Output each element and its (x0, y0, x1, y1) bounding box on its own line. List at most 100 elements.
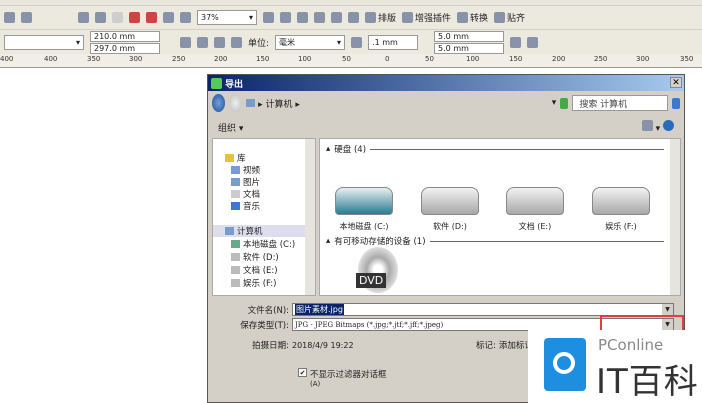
nav-video[interactable]: 视频 (231, 164, 260, 176)
group-removable[interactable]: ▴ 有可移动存储的设备 (1) (326, 235, 664, 247)
snap-button[interactable]: 贴齐 (494, 11, 525, 24)
drive-icon (592, 187, 650, 215)
content-scrollbar[interactable] (670, 139, 680, 295)
plugin-button[interactable]: 增强插件 (402, 11, 451, 24)
page-width-input[interactable]: 210.0 mm (90, 30, 160, 42)
portrait-icon[interactable] (180, 36, 191, 48)
drive-label: 软件 (D:) (433, 222, 467, 231)
drive-icon (421, 187, 479, 215)
nav-drive-d[interactable]: 软件 (D:) (231, 251, 279, 263)
nav-documents[interactable]: 文档 (231, 188, 260, 200)
paste-icon[interactable] (78, 12, 89, 23)
page-options-icon[interactable] (510, 36, 522, 48)
nudge-input[interactable]: .1 mm (368, 34, 419, 50)
nav-pictures[interactable]: 图片 (231, 176, 260, 188)
nav-library[interactable]: 库 (225, 152, 246, 164)
page-width-value: 210.0 mm (94, 31, 136, 41)
zoom-page-icon[interactable] (331, 12, 342, 23)
page-size-select[interactable]: ▾ (4, 34, 84, 50)
group-hard-disks[interactable]: ▴ 硬盘 (4) (326, 143, 664, 155)
breadcrumb[interactable]: ▸ 计算机 ▸ ▾ (246, 95, 556, 111)
drive-d[interactable]: 软件 (D:) (410, 187, 490, 232)
redo-icon[interactable] (112, 12, 123, 23)
address-bar: ▸ 计算机 ▸ ▾ 搜索 计算机 (208, 92, 684, 114)
save-icon[interactable] (4, 12, 15, 23)
duplicate-y-value: 5.0 mm (438, 43, 469, 53)
ruler-tick: 400 (44, 55, 58, 63)
property-bar: ▾ 210.0 mm 297.0 mm 单位: 毫米 ▾ .1 mm 5.0 mm… (0, 30, 702, 54)
forward-button[interactable] (229, 94, 243, 112)
convert-label: 转换 (470, 14, 489, 24)
app-launcher-icon[interactable] (163, 12, 174, 23)
unit-value: 毫米 (279, 37, 296, 47)
view-icon[interactable] (641, 120, 653, 131)
help-icon[interactable] (663, 120, 674, 131)
search-input[interactable]: 搜索 计算机 (572, 95, 668, 111)
plugin-label: 增强插件 (415, 14, 452, 24)
search-icon[interactable] (671, 97, 680, 109)
zoom-all-icon[interactable] (314, 12, 325, 23)
checkbox-label: 不显示过滤器对话框 (310, 370, 387, 380)
checkbox[interactable]: ✔ (298, 368, 307, 377)
align-icon[interactable] (180, 12, 191, 23)
back-button[interactable] (212, 94, 226, 112)
nav-drive-f[interactable]: 娱乐 (F:) (231, 277, 276, 289)
zoom-in-icon[interactable] (263, 12, 274, 23)
duplicate-x-value: 5.0 mm (438, 31, 469, 41)
duplicate-y-input[interactable]: 5.0 mm (434, 42, 505, 54)
convert-icon (457, 12, 469, 23)
drive-c[interactable]: 本地磁盘 (C:) (324, 187, 404, 232)
current-page-icon[interactable] (231, 36, 242, 48)
nav-drive-e[interactable]: 文档 (E:) (231, 264, 278, 276)
zoom-width-icon[interactable] (348, 12, 359, 23)
nav-label: 音乐 (243, 202, 261, 212)
nav-drive-c[interactable]: 本地磁盘 (C:) (231, 238, 295, 250)
chevron-down-icon[interactable]: ▾ (552, 98, 557, 108)
undo-icon[interactable] (95, 12, 106, 23)
zoom-selected-icon[interactable] (297, 12, 308, 23)
nav-music[interactable]: 音乐 (231, 200, 260, 212)
breadcrumb-computer[interactable]: 计算机 (266, 100, 293, 110)
convert-button[interactable]: 转换 (457, 11, 488, 24)
drive-f[interactable]: 娱乐 (F:) (581, 187, 661, 232)
refresh-icon[interactable] (560, 97, 569, 109)
page-height-value: 297.0 mm (94, 43, 136, 53)
date-value: 2018/4/9 19:22 (292, 340, 354, 350)
drive-icon (335, 187, 393, 215)
ruler-tick: 50 (425, 55, 434, 63)
ruler-tick: 150 (256, 55, 270, 63)
drive-e[interactable]: 文档 (E:) (495, 187, 575, 232)
checkbox-accesskey: (A) (310, 380, 321, 388)
group-label: 有可移动存储的设备 (1) (334, 237, 426, 247)
import-icon[interactable] (129, 12, 140, 23)
drive-icon (231, 240, 240, 248)
print-icon[interactable] (21, 12, 32, 23)
unit-select[interactable]: 毫米 ▾ (275, 34, 346, 50)
nav-computer[interactable]: 计算机 (213, 225, 305, 237)
organize-button[interactable]: 组织 ▾ (218, 121, 243, 134)
export-icon[interactable] (146, 12, 157, 23)
watermark-brand: PConline (598, 336, 664, 354)
page-height-input[interactable]: 297.0 mm (90, 42, 160, 54)
ruler-tick: 100 (466, 55, 480, 63)
layout-button[interactable]: 排版 (365, 11, 396, 24)
filename-label: 文件名(N): (247, 305, 289, 316)
search-placeholder: 搜索 计算机 (579, 99, 628, 110)
chevron-down-icon: ▾ (337, 37, 342, 47)
all-pages-icon[interactable] (214, 36, 225, 48)
close-button[interactable]: ✕ (670, 77, 682, 88)
landscape-icon[interactable] (197, 36, 208, 48)
filetype-value: JPG - JPEG Bitmaps (*.jpg;*.jtf;*.jff;*.… (295, 320, 444, 329)
duplicate-x-input[interactable]: 5.0 mm (434, 30, 505, 42)
ruler-tick: 400 (0, 55, 14, 63)
chevron-down-icon[interactable]: ▼ (662, 304, 673, 315)
ruler-tick: 300 (636, 55, 650, 63)
nav-scrollbar[interactable] (305, 139, 315, 295)
zoom-select[interactable]: 37% ▾ (197, 10, 257, 25)
zoom-value: 37% (201, 13, 219, 22)
layout-icon (365, 12, 376, 23)
zoom-out-icon[interactable] (280, 12, 291, 23)
page-border-icon[interactable] (527, 36, 539, 48)
ruler-tick: 350 (87, 55, 101, 63)
library-icon (225, 154, 234, 162)
